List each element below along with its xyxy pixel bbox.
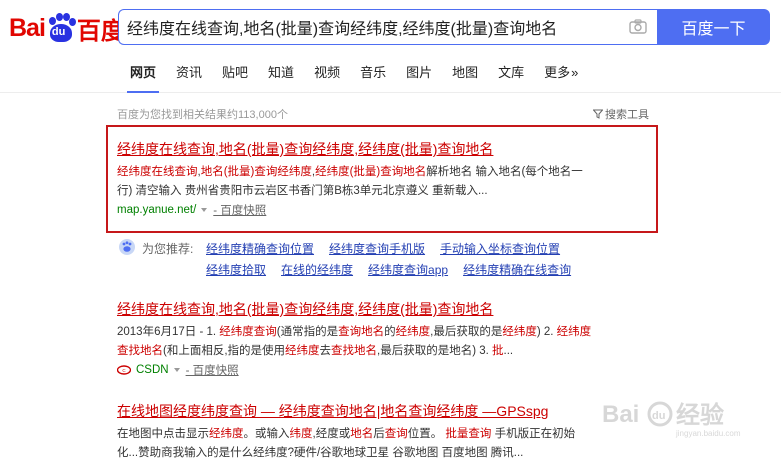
abstract-text: (和上面相反,指的是使用 [163, 345, 286, 357]
abstract-text: 位置。 [407, 428, 446, 440]
snapshot-link[interactable]: - 百度快照 [186, 362, 239, 378]
csdn-logo-icon: C [117, 365, 131, 375]
abstract-text: 2013年6月17日 - 1. [117, 326, 220, 338]
search-result-2: 经纬度在线查询,地名(批量)查询经纬度,经纬度(批量)查询地名 2013年6月1… [117, 300, 662, 378]
baidu-logo[interactable]: Bai du 百度 [9, 10, 125, 46]
search-input[interactable] [119, 10, 619, 44]
result-abstract: 经纬度在线查询,地名(批量)查询经纬度,经纬度(批量)查询地名解析地名 输入地名… [117, 163, 662, 201]
abstract-text: 去 [319, 345, 332, 357]
recommend-paw-icon [119, 239, 135, 255]
result-abstract: 在地图中点击显示经纬度。或输入纬度,经度或地名后查询位置。 批量查询 手机版正在… [117, 425, 662, 463]
abstract-text: ... [503, 345, 514, 357]
abstract-text: (通常指的是 [276, 326, 339, 338]
tab-map[interactable]: 地图 [452, 64, 478, 93]
abstract-text: 解析地名 输入地名(每个地名一 [426, 166, 583, 178]
recommend-row-1: 经纬度精确查询位置 经纬度查询手机版 手动输入坐标查询位置 [206, 240, 575, 257]
result-title[interactable]: 在线地图经度纬度查询 — 经纬度查询地名|地名查询经纬度 —GPSspg [117, 402, 662, 420]
highlighted-term: 查询 [384, 428, 408, 440]
search-tools-label: 搜索工具 [605, 109, 649, 121]
highlighted-term: 批量查询 [445, 428, 492, 440]
dropdown-arrow-icon[interactable] [173, 368, 180, 372]
tab-wenku[interactable]: 文库 [498, 64, 524, 93]
dropdown-arrow-icon[interactable] [201, 208, 208, 212]
highlighted-term: 经纬度 [395, 326, 431, 338]
search-result-1: 经纬度在线查询,地名(批量)查询经纬度,经纬度(批量)查询地名 经纬度在线查询,… [117, 140, 662, 218]
watermark-text: Bai [602, 401, 639, 428]
abstract-text: ,最后获取的是地名) 3. [377, 345, 493, 357]
search-result-3: 在线地图经度纬度查询 — 经纬度查询地名|地名查询经纬度 —GPSspg 在地图… [117, 402, 662, 463]
highlighted-term: 查找地名 [331, 345, 378, 357]
highlighted-term: 经纬度 [209, 428, 244, 440]
tab-news[interactable]: 资讯 [176, 64, 202, 93]
recommend-row-2: 经纬度拾取 在线的经纬度 经纬度查询app 经纬度精确在线查询 [206, 261, 586, 278]
highlighted-term: 地名 [350, 428, 374, 440]
logo-text-du: du [51, 26, 66, 38]
tab-music[interactable]: 音乐 [360, 64, 386, 93]
recommend-link[interactable]: 在线的经纬度 [281, 261, 353, 278]
highlighted-term: 查找地名 [117, 345, 163, 357]
recommend-link[interactable]: 手动输入坐标查询位置 [440, 240, 560, 257]
svg-text:C: C [122, 368, 126, 373]
tab-zhidao[interactable]: 知道 [268, 64, 294, 93]
search-tools-button[interactable]: 搜索工具 [593, 106, 649, 122]
highlighted-term: 经纬度(批量)查询地名 [315, 166, 427, 178]
abstract-text: 手机版正在初始 [491, 428, 576, 440]
highlighted-term: 经纬度在线查询 [117, 166, 198, 178]
baidu-jingyan-watermark: Bai du 经验 jingyan.baidu.com [602, 401, 741, 438]
snapshot-link[interactable]: - 百度快照 [213, 202, 266, 218]
result-abstract-line1: 在地图中点击显示经纬度。或输入纬度,经度或地名后查询位置。 批量查询 手机版正在… [117, 425, 662, 444]
tab-video[interactable]: 视频 [314, 64, 340, 93]
result-abstract-line2: 化...赞助商我输入的是什么经纬度?硬件/谷歌地球卫星 谷歌地图 百度地图 腾讯… [117, 447, 524, 459]
highlighted-term: 批 [492, 345, 504, 357]
highlighted-term: 经纬度 [502, 326, 537, 338]
result-title[interactable]: 经纬度在线查询,地名(批量)查询经纬度,经纬度(批量)查询地名 [117, 300, 662, 318]
header: Bai du 百度 百度一下 网页 资讯 贴吧 知道 视频 音乐 图片 地图 文… [0, 0, 781, 93]
result-abstract: 2013年6月17日 - 1. 经纬度查询(通常指的是查询地名的经纬度,最后获取… [117, 323, 662, 361]
abstract-text: ,最后获取的是 [430, 326, 503, 338]
result-abstract-line2: 行) 清空输入 贵州省贵阳市云岩区书香门第B栋3单元北京遵义 重新载入... [117, 185, 488, 197]
recommend-link[interactable]: 经纬度查询手机版 [329, 240, 425, 257]
abstract-text: ,经度或 [312, 428, 351, 440]
result-abstract-line2: 查找地名(和上面相反,指的是使用经纬度去查找地名,最后获取的是地名) 3. 批.… [117, 342, 662, 361]
highlighted-term: 经纬度 [285, 345, 320, 357]
search-box [118, 9, 657, 45]
abstract-text: 的 [384, 326, 396, 338]
highlighted-term: 经纬度查询 [219, 326, 277, 338]
highlighted-term: 地名(批量)查询经纬度 [200, 166, 312, 178]
result-url-row: C CSDN - 百度快照 [117, 362, 662, 378]
abstract-text: 在地图中点击显示 [117, 428, 209, 440]
highlighted-term: 查询地名 [338, 326, 385, 338]
result-url[interactable]: map.yanue.net/ [117, 204, 196, 216]
search-tabs: 网页 资讯 贴吧 知道 视频 音乐 图片 地图 文库 更多 [126, 64, 598, 93]
result-source[interactable]: CSDN [136, 364, 169, 376]
watermark-cn: 经验 [676, 401, 724, 429]
result-abstract-line1: 经纬度在线查询,地名(批量)查询经纬度,经纬度(批量)查询地名解析地名 输入地名… [117, 163, 662, 182]
watermark-url: jingyan.baidu.com [675, 429, 741, 438]
result-abstract-line1: 2013年6月17日 - 1. 经纬度查询(通常指的是查询地名的经纬度,最后获取… [117, 323, 662, 342]
highlighted-term: 纬度 [289, 428, 313, 440]
paw-icon: du [46, 13, 76, 43]
tab-more[interactable]: 更多 [544, 64, 578, 93]
recommend-link[interactable]: 经纬度拾取 [206, 261, 266, 278]
result-title[interactable]: 经纬度在线查询,地名(批量)查询经纬度,经纬度(批量)查询地名 [117, 140, 662, 158]
watermark-du: du [652, 410, 665, 422]
result-url-row: map.yanue.net/ - 百度快照 [117, 202, 662, 218]
tab-web[interactable]: 网页 [126, 64, 160, 93]
abstract-text: 。或输入 [243, 428, 290, 440]
recommend-link[interactable]: 经纬度精确在线查询 [463, 261, 571, 278]
result-count: 百度为您找到相关结果约113,000个 [117, 109, 288, 121]
recommend-link[interactable]: 经纬度查询app [368, 261, 448, 278]
search-button[interactable]: 百度一下 [657, 9, 770, 45]
funnel-icon [593, 109, 603, 119]
recommend-link[interactable]: 经纬度精确查询位置 [206, 240, 314, 257]
highlighted-term: 经纬度 [556, 326, 592, 338]
abstract-text: 后 [373, 428, 385, 440]
tab-images[interactable]: 图片 [406, 64, 432, 93]
recommend-label: 为您推荐: [142, 242, 194, 256]
tab-tieba[interactable]: 贴吧 [222, 64, 248, 93]
camera-icon[interactable] [629, 19, 647, 34]
abstract-text: ) 2. [536, 326, 557, 338]
logo-text-bai: Bai [9, 13, 46, 42]
